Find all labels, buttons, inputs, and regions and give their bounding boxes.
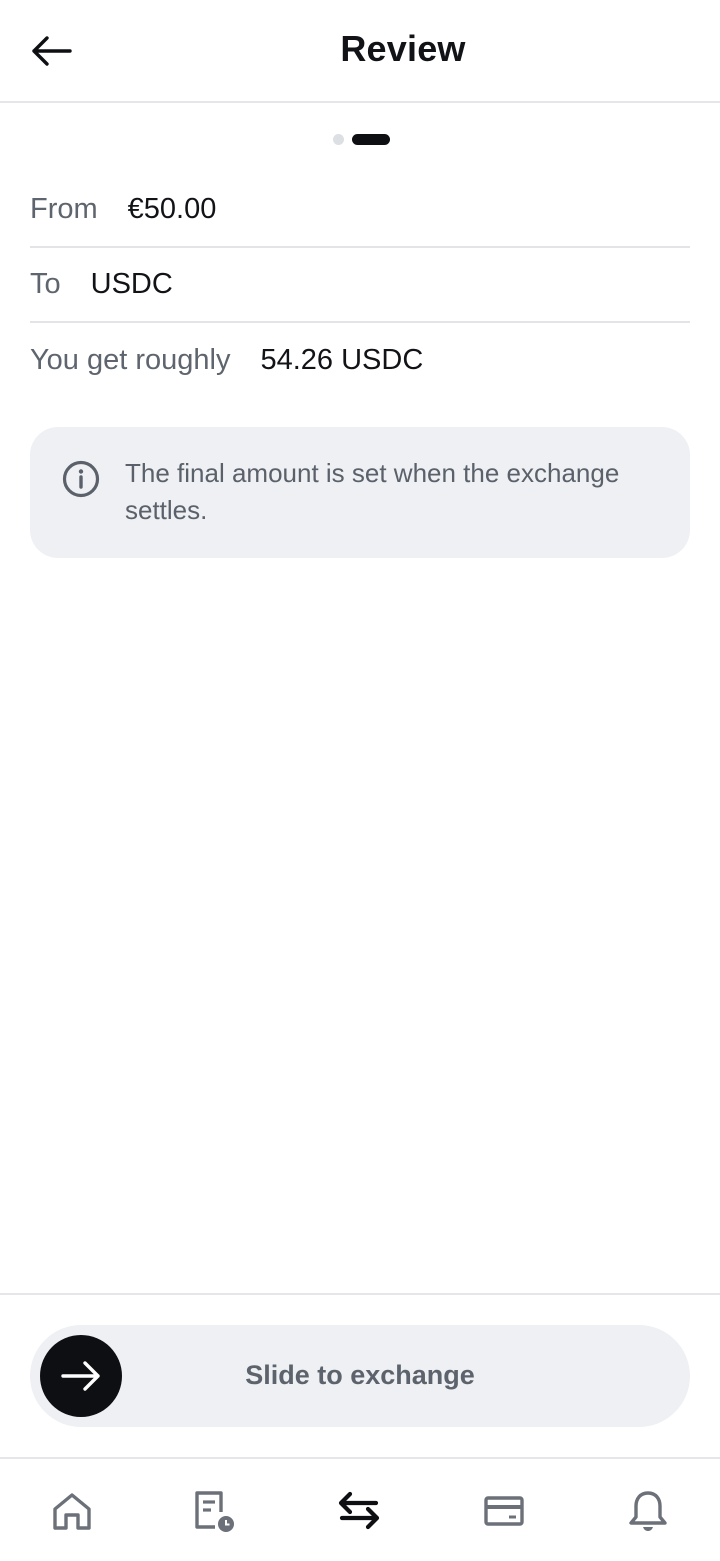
nav-card[interactable] bbox=[480, 1487, 528, 1535]
info-icon bbox=[62, 460, 100, 498]
nav-home[interactable] bbox=[48, 1487, 96, 1535]
divider bbox=[0, 1293, 720, 1295]
slider-knob[interactable] bbox=[40, 1335, 122, 1417]
step-indicator bbox=[333, 133, 390, 145]
from-label: From bbox=[30, 193, 98, 225]
info-notice-text: The final amount is set when the exchang… bbox=[125, 458, 620, 525]
exchange-icon bbox=[338, 1491, 380, 1530]
header-bar: Review bbox=[0, 0, 720, 103]
activity-icon bbox=[195, 1491, 234, 1532]
nav-activity[interactable] bbox=[190, 1487, 238, 1535]
to-value: USDC bbox=[90, 268, 173, 300]
info-notice: The final amount is set when the exchang… bbox=[30, 427, 690, 558]
slide-to-exchange[interactable]: Slide to exchange bbox=[30, 1325, 690, 1427]
nav-notifications[interactable] bbox=[624, 1487, 672, 1535]
from-value: €50.00 bbox=[127, 193, 217, 225]
page-title: Review bbox=[340, 28, 466, 69]
slide-to-exchange-label: Slide to exchange bbox=[245, 1360, 475, 1390]
to-row: To USDC bbox=[30, 248, 690, 323]
nav-exchange[interactable] bbox=[335, 1487, 383, 1535]
step-dot-2-active bbox=[352, 133, 390, 145]
bottom-navigation bbox=[0, 1457, 720, 1561]
arrow-right-icon bbox=[61, 1361, 100, 1391]
estimate-label: You get roughly bbox=[30, 344, 231, 376]
step-dot-1 bbox=[333, 133, 344, 145]
estimate-value: 54.26 USDC bbox=[260, 344, 424, 376]
card-icon bbox=[484, 1496, 524, 1526]
from-row: From €50.00 bbox=[30, 173, 690, 248]
bell-icon bbox=[629, 1491, 667, 1531]
estimate-row: You get roughly 54.26 USDC bbox=[30, 323, 690, 398]
home-icon bbox=[53, 1493, 91, 1530]
to-label: To bbox=[30, 268, 61, 300]
